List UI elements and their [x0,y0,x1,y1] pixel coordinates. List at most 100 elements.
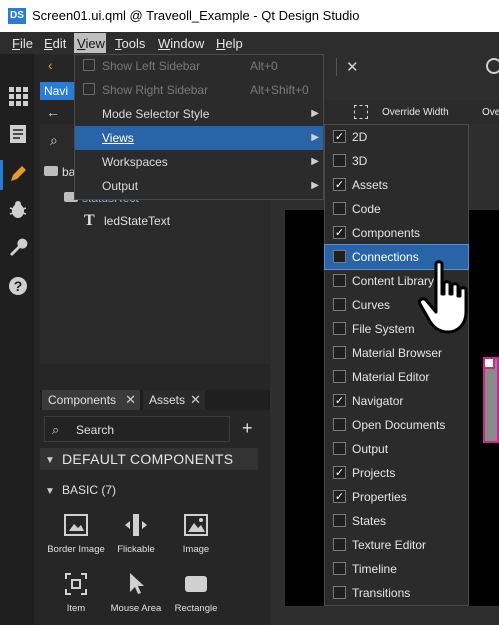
component-flickable[interactable]: Flickable [105,512,167,555]
submenu-item-label: Projects [352,466,396,480]
submenu-item-navigator[interactable]: ✓ Navigator [325,389,468,413]
component-label: Item [66,603,86,614]
submenu-item-code[interactable]: Code [325,197,468,221]
close-icon[interactable]: ✕ [190,390,201,410]
submenu-item-label: Connections [352,250,419,264]
menu-item-workspaces[interactable]: Workspaces ▶ [75,150,323,174]
submenu-item-label: Assets [352,178,389,192]
submenu-item-material-editor[interactable]: Material Editor [325,365,468,389]
border-image-icon [64,514,88,536]
svg-text:?: ? [14,278,23,294]
override-width-label[interactable]: Override Width [382,107,449,118]
submenu-item-label: File System [352,322,415,336]
menu-item-views[interactable]: Views ▶ [75,126,323,150]
welcome-grid-icon[interactable] [8,86,28,106]
nav-back-icon[interactable]: ← [46,104,60,120]
menu-item-show-left-sidebar[interactable]: Show Left Sidebar Alt+0 [75,54,323,78]
checkbox [333,202,346,215]
add-module-button[interactable]: + [242,418,253,439]
submenu-item-material-browser[interactable]: Material Browser [325,341,468,365]
mode-active-indicator [0,160,3,190]
submenu-item-open-documents[interactable]: Open Documents [325,413,468,437]
submenu-item-texture-editor[interactable]: Texture Editor [325,533,468,557]
menu-item-show-right-sidebar[interactable]: Show Right Sidebar Alt+Shift+0 [75,78,323,102]
submenu-item-label: 3D [352,154,368,168]
component-mouse-area[interactable]: Mouse Area [105,571,167,614]
selection-icon[interactable] [354,105,368,119]
tree-item[interactable]: ledStateText [104,214,170,228]
submenu-item-timeline[interactable]: Timeline [325,557,468,581]
submenu-item-label: Curves [352,298,391,312]
checkbox-checked: ✓ [333,466,346,479]
component-label: Mouse Area [110,603,162,614]
checkbox [333,514,346,527]
submenu-item-label: Texture Editor [352,538,427,552]
menu-tools[interactable]: Tools [115,36,145,51]
menu-view[interactable]: View [77,36,105,51]
submenu-item-label: Output [352,442,389,456]
section-title: DEFAULT COMPONENTS [62,451,234,467]
checkbox-checked: ✓ [333,130,346,143]
caret-down-icon: ▼ [45,486,55,497]
submenu-item-transitions[interactable]: Transitions [325,581,468,605]
checkbox [333,250,346,263]
submenu-item-2d[interactable]: ✓ 2D [325,125,468,149]
group-title: BASIC (7) [62,483,117,497]
submenu-item-projects[interactable]: ✓ Projects [325,461,468,485]
play-icon[interactable] [486,58,499,74]
menu-help[interactable]: Help [216,36,243,51]
menu-edit[interactable]: Edit [44,36,66,51]
submenu-item-label: Components [352,226,421,240]
component-image[interactable]: Image [165,512,227,555]
edit-document-icon[interactable] [8,124,28,144]
tab-components[interactable]: Components ✕ [42,390,140,410]
tab-assets[interactable]: Assets ✕ [143,390,205,410]
checkbox [333,298,346,311]
checkbox-checked: ✓ [333,490,346,503]
search-icon[interactable]: ⌕ [50,132,58,149]
wrench-icon[interactable] [8,238,28,258]
component-rectangle[interactable]: Rectangle [165,571,227,614]
checkbox [83,59,95,71]
component-border-image[interactable]: Border Image [45,512,107,555]
override-label-2[interactable]: Ove [482,107,499,118]
submenu-item-3d[interactable]: 3D [325,149,468,173]
submenu-item-states[interactable]: States [325,509,468,533]
checkbox [333,442,346,455]
component-label: Image [182,544,210,555]
menu-file[interactable]: File [12,36,33,51]
search-icon: ⌕ [52,422,60,437]
window-title: Screen01.ui.qml @ Traveoll_Example - Qt … [32,8,360,23]
submenu-item-components[interactable]: ✓ Components [325,221,468,245]
submenu-item-label: States [352,514,387,528]
checkbox [333,346,346,359]
submenu-item-label: Material Editor [352,370,430,384]
submenu-item-output[interactable]: Output [325,437,468,461]
checkbox [333,562,346,575]
flickable-icon [125,514,147,536]
selected-item[interactable] [483,357,499,443]
submenu-item-label: 2D [352,130,368,144]
menu-item-mode-selector-style[interactable]: Mode Selector Style ▶ [75,102,323,126]
search-input[interactable] [44,416,230,442]
resize-handle[interactable] [483,357,495,369]
close-icon[interactable]: ✕ [125,390,136,410]
component-item[interactable]: Item [45,571,107,614]
submenu-item-properties[interactable]: ✓ Properties [325,485,468,509]
back-arrow-icon[interactable]: ‹ [48,57,53,73]
divider [336,58,337,76]
submenu-arrow-icon: ▶ [311,132,319,143]
item-icon [65,573,87,595]
caret-down-icon: ▼ [45,455,55,466]
checkbox-checked: ✓ [333,226,346,239]
checkbox [333,274,346,287]
submenu-item-label: Transitions [352,586,411,600]
submenu-item-label: Properties [352,490,407,504]
help-icon[interactable]: ? [8,276,28,296]
debug-bug-icon[interactable] [8,200,28,220]
close-icon[interactable]: ✕ [346,58,359,76]
design-pencil-icon[interactable] [8,164,28,184]
submenu-item-assets[interactable]: ✓ Assets [325,173,468,197]
menu-window[interactable]: Window [158,36,204,51]
menu-item-output[interactable]: Output ▶ [75,174,323,198]
